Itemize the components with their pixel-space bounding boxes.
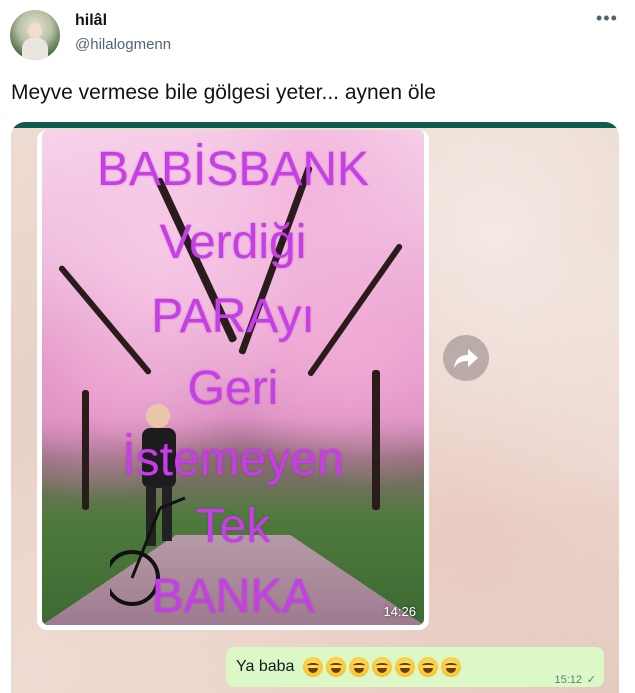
- tweet-text: Meyve vermese bile gölgesi yeter... ayne…: [11, 81, 436, 104]
- display-name[interactable]: hilâl: [75, 12, 107, 30]
- laughing-emoji-icon: [417, 657, 438, 677]
- overlay-line: Tek: [195, 500, 271, 553]
- overlay-line: Geri: [187, 362, 279, 415]
- photo: BABİSBANK Verdiği PARAyı Geri İstemeyen …: [42, 130, 424, 625]
- check-icon: ✓: [586, 674, 596, 686]
- forward-button[interactable]: [443, 335, 489, 381]
- overlay-line: BANKA: [151, 570, 315, 623]
- image-message[interactable]: BABİSBANK Verdiği PARAyı Geri İstemeyen …: [37, 130, 429, 630]
- laughing-emoji-icon: [302, 657, 323, 677]
- reply-text: Ya baba: [236, 657, 461, 677]
- overlay-line: İstemeyen: [122, 433, 344, 486]
- overlay-line: BABİSBANK: [96, 143, 370, 196]
- forward-arrow-icon: [454, 349, 478, 368]
- tweet-media[interactable]: BABİSBANK Verdiği PARAyı Geri İstemeyen …: [11, 122, 619, 693]
- user-handle[interactable]: @hilalogmenn: [75, 36, 171, 53]
- more-icon[interactable]: •••: [596, 8, 618, 29]
- avatar[interactable]: [10, 10, 60, 60]
- reply-bubble[interactable]: Ya baba 15:12 ✓: [226, 647, 604, 687]
- laughing-emoji-icon: [348, 657, 369, 677]
- overlay-line: PARAyı: [151, 290, 315, 343]
- overlay-line: Verdiği: [159, 216, 307, 269]
- chat-header-bar: [11, 122, 619, 128]
- laughing-emoji-icon: [371, 657, 392, 677]
- laughing-emoji-icon: [440, 657, 461, 677]
- reply-time: 15:12: [554, 674, 582, 686]
- laughing-emoji-icon: [325, 657, 346, 677]
- message-time: 14:26: [383, 604, 416, 619]
- laughing-emoji-icon: [394, 657, 415, 677]
